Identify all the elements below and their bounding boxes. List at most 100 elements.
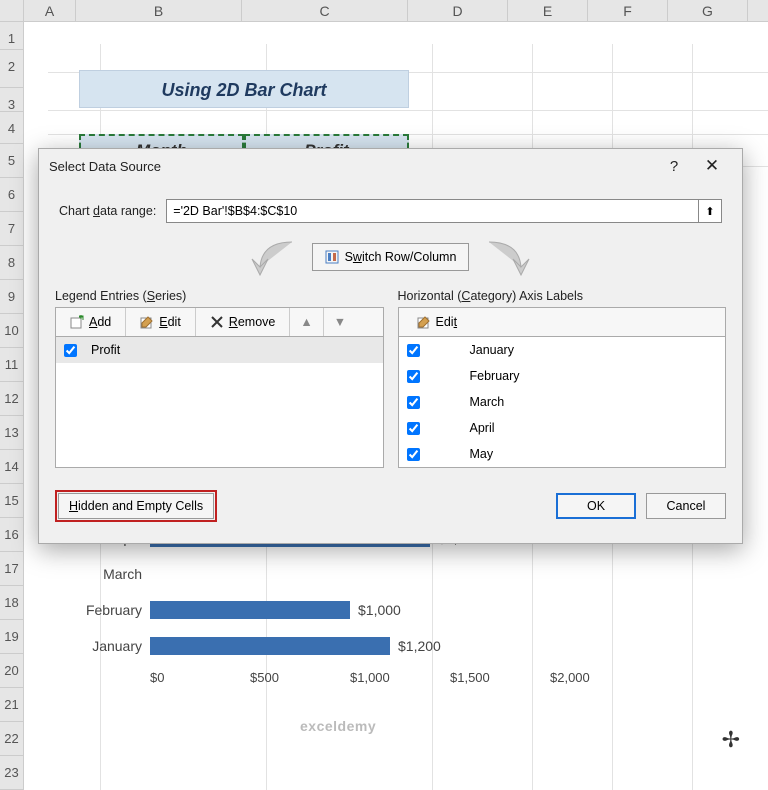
help-button[interactable]: ?	[656, 158, 692, 175]
close-button[interactable]: ✕	[692, 156, 732, 176]
list-item[interactable]: April	[399, 415, 726, 441]
axis-tick: $1,500	[450, 670, 550, 685]
bar-label: February	[60, 602, 150, 618]
bar-label: March	[60, 566, 150, 582]
select-data-source-dialog: Select Data Source ? ✕ Chart data range:…	[38, 148, 743, 544]
dialog-titlebar[interactable]: Select Data Source ? ✕	[39, 149, 742, 183]
edit-icon	[417, 315, 431, 329]
category-name: February	[470, 369, 520, 383]
axis-tick: $500	[250, 670, 350, 685]
bar-row-january: January $1,200	[60, 628, 660, 664]
category-name: March	[470, 395, 505, 409]
row-header[interactable]: 23	[0, 756, 24, 790]
hidden-empty-cells-highlight: Hidden and Empty Cells	[55, 490, 217, 522]
curved-arrow-right-icon	[477, 237, 539, 277]
list-item[interactable]: May	[399, 441, 726, 467]
category-checkbox[interactable]	[407, 370, 420, 383]
row-header[interactable]: 2	[0, 50, 24, 88]
row-header[interactable]: 7	[0, 212, 24, 246]
category-checkbox[interactable]	[407, 422, 420, 435]
col-header-D[interactable]: D	[408, 0, 508, 21]
hidden-empty-cells-button[interactable]: Hidden and Empty Cells	[58, 493, 214, 519]
row-header[interactable]: 17	[0, 552, 24, 586]
list-item[interactable]: January	[399, 337, 726, 363]
bar-value: $1,000	[358, 602, 401, 618]
col-header-F[interactable]: F	[588, 0, 668, 21]
remove-icon	[210, 315, 224, 329]
category-name: April	[470, 421, 495, 435]
add-icon	[70, 315, 84, 329]
cancel-button[interactable]: Cancel	[646, 493, 726, 519]
legend-entries-panel: Legend Entries (Series) Add Edit Remove	[55, 289, 384, 468]
axis-labels-label: Horizontal (Category) Axis Labels	[398, 289, 727, 303]
col-header-G[interactable]: G	[668, 0, 748, 21]
collapse-icon: ⬆	[705, 205, 714, 218]
edit-axis-labels-button[interactable]: Edit	[399, 308, 476, 336]
sheet-title-cell: Using 2D Bar Chart	[79, 70, 409, 108]
remove-series-button[interactable]: Remove	[196, 308, 291, 336]
bar-chart[interactable]: April $1,400 March February $1,000 Janua…	[60, 520, 660, 685]
ok-button[interactable]: OK	[556, 493, 636, 519]
row-header[interactable]: 8	[0, 246, 24, 280]
col-header-A[interactable]: A	[24, 0, 76, 21]
series-checkbox[interactable]	[64, 344, 77, 357]
edit-series-button[interactable]: Edit	[126, 308, 196, 336]
col-header-B[interactable]: B	[76, 0, 242, 21]
row-header[interactable]: 1	[0, 22, 24, 50]
row-header[interactable]: 4	[0, 112, 24, 144]
row-header[interactable]: 10	[0, 314, 24, 348]
row-header[interactable]: 15	[0, 484, 24, 518]
col-header-C[interactable]: C	[242, 0, 408, 21]
bar-label: January	[60, 638, 150, 654]
column-headers: A B C D E F G	[0, 0, 768, 22]
switch-row-column-button[interactable]: Switch Row/Column	[312, 243, 470, 271]
row-header[interactable]: 16	[0, 518, 24, 552]
list-item[interactable]: Profit	[56, 337, 383, 363]
axis-labels-list[interactable]: January February March April May	[398, 336, 727, 468]
curved-arrow-left-icon	[242, 237, 304, 277]
bar	[150, 601, 350, 619]
row-header[interactable]: 12	[0, 382, 24, 416]
select-all-triangle[interactable]	[0, 0, 24, 21]
chart-data-range-input[interactable]	[166, 199, 699, 223]
row-header[interactable]: 3	[0, 88, 24, 112]
row-header[interactable]: 14	[0, 450, 24, 484]
row-header[interactable]: 11	[0, 348, 24, 382]
cursor-icon: ✢	[722, 727, 740, 753]
row-header[interactable]: 18	[0, 586, 24, 620]
move-down-button[interactable]: ▼	[324, 308, 356, 336]
row-header[interactable]: 20	[0, 654, 24, 688]
watermark: exceldemy	[300, 718, 376, 734]
col-header-E[interactable]: E	[508, 0, 588, 21]
axis-tick: $0	[150, 670, 250, 685]
list-item[interactable]: February	[399, 363, 726, 389]
bar-row-march: March	[60, 556, 660, 592]
row-header[interactable]: 22	[0, 722, 24, 756]
chart-x-axis: $0 $500 $1,000 $1,500 $2,000	[150, 670, 660, 685]
legend-entries-label: Legend Entries (Series)	[55, 289, 384, 303]
row-header[interactable]: 9	[0, 280, 24, 314]
add-series-button[interactable]: Add	[56, 308, 126, 336]
dialog-title-text: Select Data Source	[49, 159, 161, 174]
bar-row-february: February $1,000	[60, 592, 660, 628]
move-up-button[interactable]: ▲	[290, 308, 323, 336]
row-header[interactable]: 13	[0, 416, 24, 450]
row-header[interactable]: 21	[0, 688, 24, 722]
category-checkbox[interactable]	[407, 344, 420, 357]
switch-icon	[325, 250, 339, 264]
series-name: Profit	[91, 343, 120, 357]
collapse-dialog-button[interactable]: ⬆	[698, 199, 722, 223]
axis-tick: $2,000	[550, 670, 650, 685]
axis-labels-panel: Horizontal (Category) Axis Labels Edit J…	[398, 289, 727, 468]
list-item[interactable]: March	[399, 389, 726, 415]
category-checkbox[interactable]	[407, 396, 420, 409]
row-header[interactable]: 19	[0, 620, 24, 654]
row-header[interactable]: 6	[0, 178, 24, 212]
bar-value: $1,200	[398, 638, 441, 654]
chart-data-range-label: Chart data range:	[59, 204, 156, 218]
category-checkbox[interactable]	[407, 448, 420, 461]
row-header[interactable]: 5	[0, 144, 24, 178]
category-name: January	[470, 343, 514, 357]
legend-series-list[interactable]: Profit	[55, 336, 384, 468]
category-name: May	[470, 447, 494, 461]
